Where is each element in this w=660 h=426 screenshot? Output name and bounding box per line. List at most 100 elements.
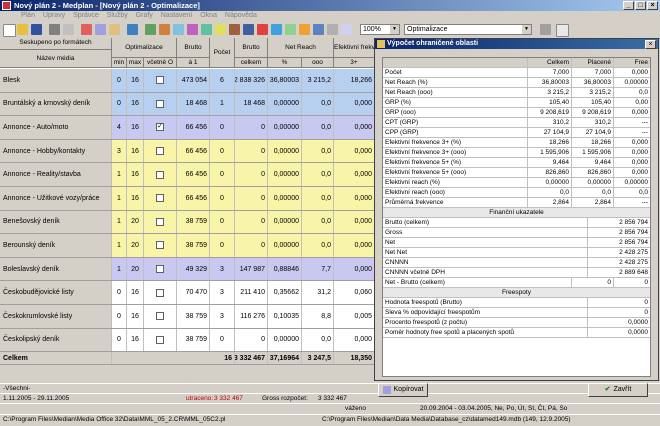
col-header-optim[interactable]: Optimalizace [112,38,177,58]
paste-icon[interactable] [109,24,120,35]
checkbox-box[interactable] [156,335,164,344]
min-value[interactable]: 3 [112,139,127,163]
minimize-button[interactable]: _ [623,1,634,10]
checkbox-box[interactable]: ✓ [156,123,164,132]
table-row[interactable]: Benešovský deník 1 20 38 759 0 0 0,00000 0,0 0,0… [0,210,375,235]
max-value[interactable]: 16 [127,328,144,352]
include-checkbox[interactable] [144,234,177,257]
menu-grafy[interactable]: Grafy [133,11,156,21]
checkbox-box[interactable] [156,170,164,179]
col-header-min[interactable]: min [112,58,127,68]
checkbox-box[interactable] [156,99,164,108]
new-file-icon[interactable] [3,24,16,37]
table-row[interactable]: Blesk 0 16 473 054 6 2 838 326 36,80003 3 215,2… [0,69,375,93]
save-icon[interactable] [31,24,42,35]
report-icon[interactable] [243,24,254,35]
min-value[interactable]: 1 [112,234,127,257]
undo-icon[interactable] [127,24,138,35]
calc-icon[interactable] [201,24,212,35]
table-row[interactable]: Annonce - Hobby/kontakty 3 16 66 456 0 0 0,000… [0,139,375,164]
max-value[interactable]: 16 [127,187,144,210]
include-checkbox[interactable] [144,187,177,210]
col-header-name[interactable]: Název média [0,50,112,68]
min-value[interactable]: 0 [112,92,127,116]
table-row[interactable]: Berounský deník 1 20 38 759 0 0 0,00000 0,0 0,00… [0,234,375,258]
min-value[interactable]: 1 [112,187,127,210]
max-value[interactable]: 20 [127,257,144,281]
table-row[interactable]: Annonce - Auto/moto 4 16 ✓ 66 456 0 0 0,00000 0,… [0,116,375,140]
stop-icon[interactable] [257,24,268,35]
star-icon[interactable] [215,24,226,35]
menu-plan[interactable]: Plán [18,11,38,21]
checkbox-box[interactable] [156,76,164,85]
include-checkbox[interactable] [144,210,177,234]
max-value[interactable]: 20 [127,234,144,257]
chart-icon[interactable] [145,24,156,35]
menu-okna[interactable]: Okna [197,11,220,21]
maximize-button[interactable]: □ [635,1,646,10]
table-row[interactable]: Annonce - Užitkové vozy/práce 1 16 66 456 0 0… [0,187,375,211]
table-icon[interactable] [159,24,170,35]
checkbox-box[interactable] [156,241,164,250]
dialog-close-button[interactable]: × [645,40,656,49]
grid-icon[interactable] [285,24,296,35]
table-row[interactable]: Annonce - Reality/stavba 1 16 66 456 0 0 0,000… [0,163,375,187]
help-icon[interactable] [556,24,569,37]
max-value[interactable]: 16 [127,69,144,92]
checkbox-box[interactable] [156,147,164,156]
min-value[interactable]: 1 [112,210,127,234]
cut-icon[interactable] [81,24,92,35]
open-folder-icon[interactable] [17,24,28,35]
checkbox-box[interactable] [156,265,164,274]
menu-sluzby[interactable]: Služby [104,11,131,21]
max-value[interactable]: 16 [127,163,144,186]
menu-napoveda[interactable]: Nápověda [222,11,260,21]
min-value[interactable]: 0 [112,328,127,352]
include-checkbox[interactable]: ✓ [144,116,177,139]
include-checkbox[interactable] [144,305,177,328]
filter-icon[interactable] [173,24,184,35]
max-value[interactable]: 16 [127,139,144,163]
tool-icon[interactable] [540,24,551,35]
settings-icon[interactable] [313,24,324,35]
media-icon[interactable] [299,24,310,35]
close-button[interactable]: × [647,1,658,10]
col-header-incl[interactable]: včetně O [144,58,177,68]
min-value[interactable]: 4 [112,116,127,139]
export-icon[interactable] [327,24,338,35]
col-header-max[interactable]: max [127,58,144,68]
min-value[interactable]: 0 [112,305,127,328]
table-row[interactable]: Bruntálský a krnovský deník 0 16 18 468 1 18 … [0,92,375,117]
max-value[interactable]: 16 [127,116,144,139]
table-row[interactable]: Českobudějovické listy 0 16 70 470 3 211 410 0… [0,281,375,305]
col-header-pocet[interactable]: Počet [210,38,235,68]
menu-upravy[interactable]: Úpravy [40,11,68,21]
include-checkbox[interactable] [144,328,177,352]
menu-spravce[interactable]: Správce [70,11,102,21]
col-header-netreach[interactable]: Net Reach [268,38,334,58]
close-dialog-button[interactable]: ✔ Zavřít [588,383,648,397]
menu-nastaveni[interactable]: Nastavení [158,11,196,21]
optimize-icon[interactable] [187,24,198,35]
book-icon[interactable] [229,24,240,35]
checkbox-box[interactable] [156,217,164,226]
include-checkbox[interactable] [144,281,177,304]
print-icon[interactable] [49,24,60,35]
min-value[interactable]: 1 [112,163,127,186]
max-value[interactable]: 16 [127,92,144,116]
max-value[interactable]: 16 [127,281,144,304]
copy-button[interactable]: Kopírovat [378,383,428,397]
col-header-eff[interactable]: Efektivní frekv [334,38,375,58]
max-value[interactable]: 20 [127,210,144,234]
preview-icon[interactable] [63,24,74,35]
table-row[interactable]: Boleslavský deník 1 20 49 329 3 147 987 0,8884… [0,257,375,282]
min-value[interactable]: 0 [112,281,127,304]
min-value[interactable]: 0 [112,69,127,92]
include-checkbox[interactable] [144,92,177,116]
copy-icon[interactable] [95,24,106,35]
table-row[interactable]: Českolipský deník 0 16 38 759 0 0 0,00000 0,0 0,… [0,328,375,353]
include-checkbox[interactable] [144,163,177,186]
include-checkbox[interactable] [144,257,177,281]
min-value[interactable]: 1 [112,257,127,281]
col-header-brutto[interactable]: Brutto [177,38,210,58]
